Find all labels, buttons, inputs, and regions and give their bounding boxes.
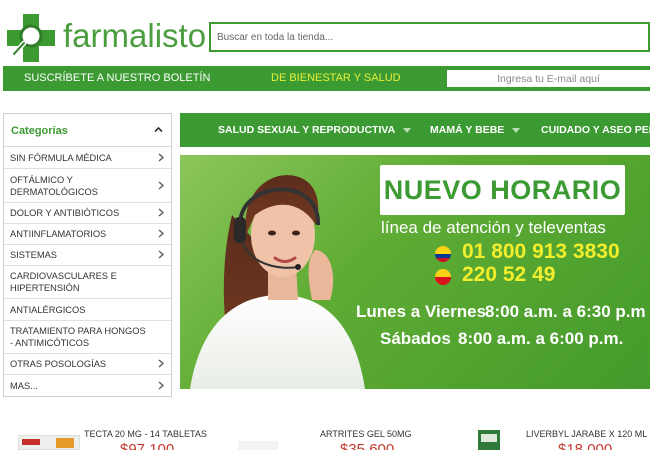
categories-sidebar: Categorías SIN FÓRMULA MÉDICA OFTÁLMICO … — [3, 113, 172, 397]
chevron-right-icon — [158, 250, 164, 259]
sidebar-item-otras-posologias[interactable]: OTRAS POSOLOGÍAS — [4, 354, 171, 375]
sidebar-item-oftalmico[interactable]: OFTÁLMICO Y DERMATOLÓGICOS — [4, 169, 171, 203]
sidebar-item-label: CARDIOVASCULARES E HIPERTENSIÓN — [10, 271, 117, 293]
schedule-saturday-label: Sábados — [380, 329, 451, 348]
schedule-weekdays-hours: 8:00 a.m. a 6:30 p.m — [485, 302, 646, 321]
product-image-liverbyl[interactable] — [476, 430, 502, 450]
promo-banner[interactable]: NUEVO HORARIO línea de atención y televe… — [180, 155, 650, 389]
product-name-artrites[interactable]: ARTRITES GEL 50MG — [320, 429, 412, 439]
sidebar-item-mas[interactable]: MAS... — [4, 375, 171, 397]
newsletter-bar: SUSCRÍBETE A NUESTRO BOLETÍN DE BIENESTA… — [3, 66, 650, 91]
newsletter-label: SUSCRÍBETE A NUESTRO BOLETÍN — [24, 72, 211, 84]
schedule-saturday-hours: 8:00 a.m. a 6:00 p.m. — [458, 329, 624, 348]
sidebar-item-hongos[interactable]: TRATAMIENTO PARA HONGOS - ANTIMICÓTICOS — [4, 321, 171, 354]
chevron-right-icon — [158, 208, 164, 217]
chevron-right-icon — [158, 229, 164, 238]
sidebar-item-label: MAS... — [10, 381, 38, 391]
main-nav-bar: SALUD SEXUAL Y REPRODUCTIVA MAMÁ Y BEBE … — [180, 113, 650, 147]
product-image-tecta[interactable] — [18, 435, 80, 450]
sidebar-item-label: ANTIALÉRGICOS — [10, 304, 86, 315]
search-input[interactable] — [211, 24, 648, 50]
sidebar-item-dolor[interactable]: DOLOR Y ANTIBIÓTICOS — [4, 203, 171, 224]
chevron-right-icon — [158, 381, 164, 390]
headline-box: NUEVO HORARIO — [380, 165, 625, 215]
sidebar-item-label: ANTIINFLAMATORIOS — [10, 229, 107, 239]
sidebar-item-label: OFTÁLMICO Y DERMATOLÓGICOS — [10, 174, 98, 197]
product-price-artrites: $35.600 — [340, 441, 395, 450]
colombia-flag-icon — [435, 246, 451, 262]
product-price-tecta: $97.100 — [120, 441, 175, 450]
sidebar-item-antiinflamatorios[interactable]: ANTIINFLAMATORIOS — [4, 224, 171, 245]
categories-title: Categorías — [11, 125, 68, 137]
banner-headline: NUEVO HORARIO — [383, 175, 622, 205]
sidebar-item-label: TRATAMIENTO PARA HONGOS - ANTIMICÓTICOS — [10, 326, 146, 348]
chevron-right-icon — [158, 153, 164, 161]
dropdown-arrow-icon — [403, 127, 412, 133]
farmalisto-logo[interactable]: farmalisto — [7, 14, 207, 64]
chevron-up-icon — [154, 126, 163, 133]
search-box — [209, 22, 650, 52]
newsletter-subtitle: DE BIENESTAR Y SALUD — [271, 72, 401, 84]
chevron-right-icon — [158, 359, 164, 368]
sidebar-item-label: OTRAS POSOLOGÍAS — [10, 359, 107, 369]
chevron-right-icon — [158, 181, 164, 189]
product-name-liverbyl[interactable]: LIVERBYL JARABE X 120 ML — [526, 429, 647, 439]
dropdown-arrow-icon — [512, 127, 521, 133]
product-image-artrites[interactable] — [238, 441, 278, 450]
bogota-flag-icon — [435, 269, 451, 285]
nav-item-label: SALUD SEXUAL Y REPRODUCTIVA — [218, 124, 396, 136]
banner-subtitle: línea de atención y televentas — [381, 218, 606, 237]
phone-national: 01 800 913 3830 — [462, 240, 620, 263]
product-name-tecta[interactable]: TECTA 20 MG - 14 TABLETAS — [84, 429, 207, 439]
phone-local: 220 52 49 — [462, 263, 556, 286]
nav-item-cuidado-aseo[interactable]: CUIDADO Y ASEO PER — [541, 124, 650, 136]
sidebar-item-sistemas[interactable]: SISTEMAS — [4, 245, 171, 266]
schedule-weekdays-label: Lunes a Viernes — [356, 302, 487, 321]
newsletter-email-input[interactable] — [447, 70, 650, 87]
nav-item-label: MAMÁ Y BEBE — [430, 124, 505, 136]
pharmacy-cross-magnifier-icon — [7, 14, 55, 62]
nav-item-mama-bebe[interactable]: MAMÁ Y BEBE — [430, 124, 521, 136]
product-price-liverbyl: $18.000 — [558, 441, 613, 450]
call-center-agent-image — [190, 175, 365, 389]
sidebar-item-antialergicos[interactable]: ANTIALÉRGICOS — [4, 299, 171, 321]
nav-item-salud-sexual[interactable]: SALUD SEXUAL Y REPRODUCTIVA — [218, 124, 412, 136]
logo-wordmark: farmalisto — [63, 17, 207, 54]
sidebar-item-sin-formula[interactable]: SIN FÓRMULA MÉDICA — [4, 147, 171, 169]
categories-header[interactable]: Categorías — [4, 114, 171, 147]
sidebar-item-label: DOLOR Y ANTIBIÓTICOS — [10, 208, 120, 218]
sidebar-item-label: SISTEMAS — [10, 250, 58, 260]
sidebar-item-cardiovasculares[interactable]: CARDIOVASCULARES E HIPERTENSIÓN — [4, 266, 171, 299]
nav-item-label: CUIDADO Y ASEO PER — [541, 124, 650, 136]
sidebar-item-label: SIN FÓRMULA MÉDICA — [10, 152, 112, 163]
